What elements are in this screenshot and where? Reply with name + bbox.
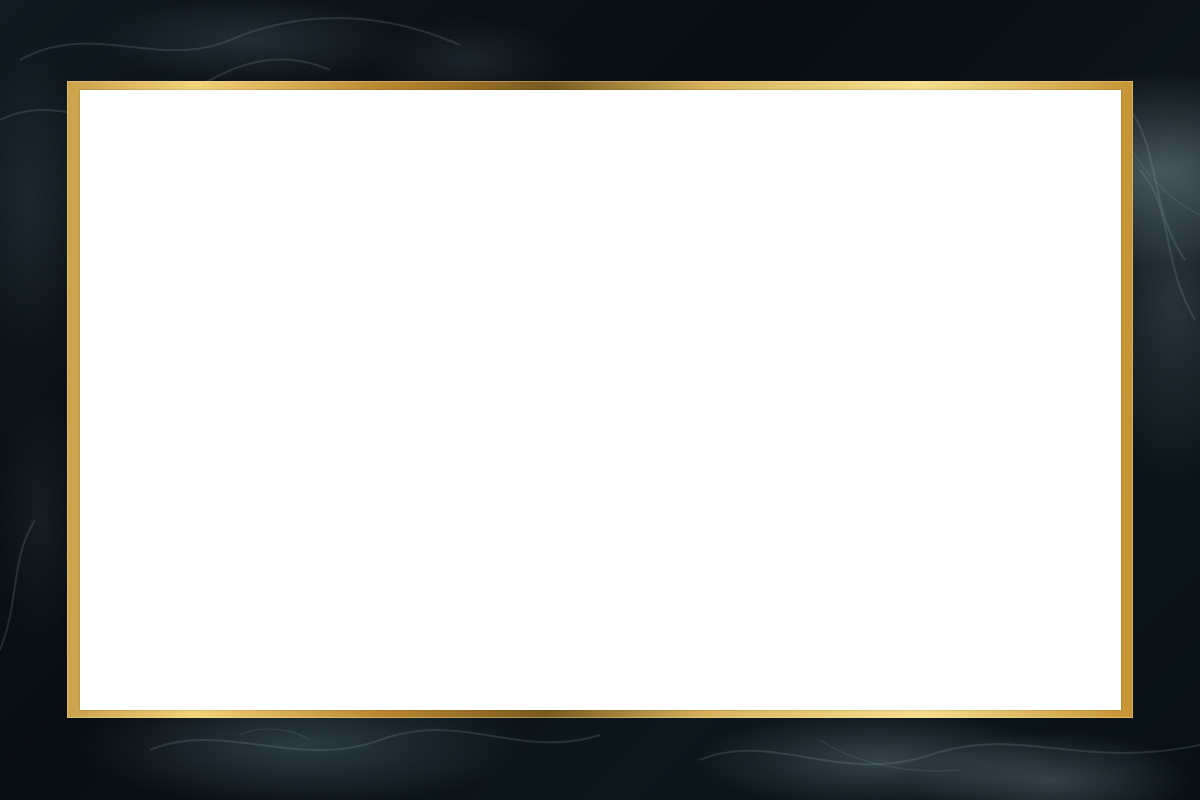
blank-content-panel (80, 90, 1121, 710)
canvas (0, 0, 1200, 800)
